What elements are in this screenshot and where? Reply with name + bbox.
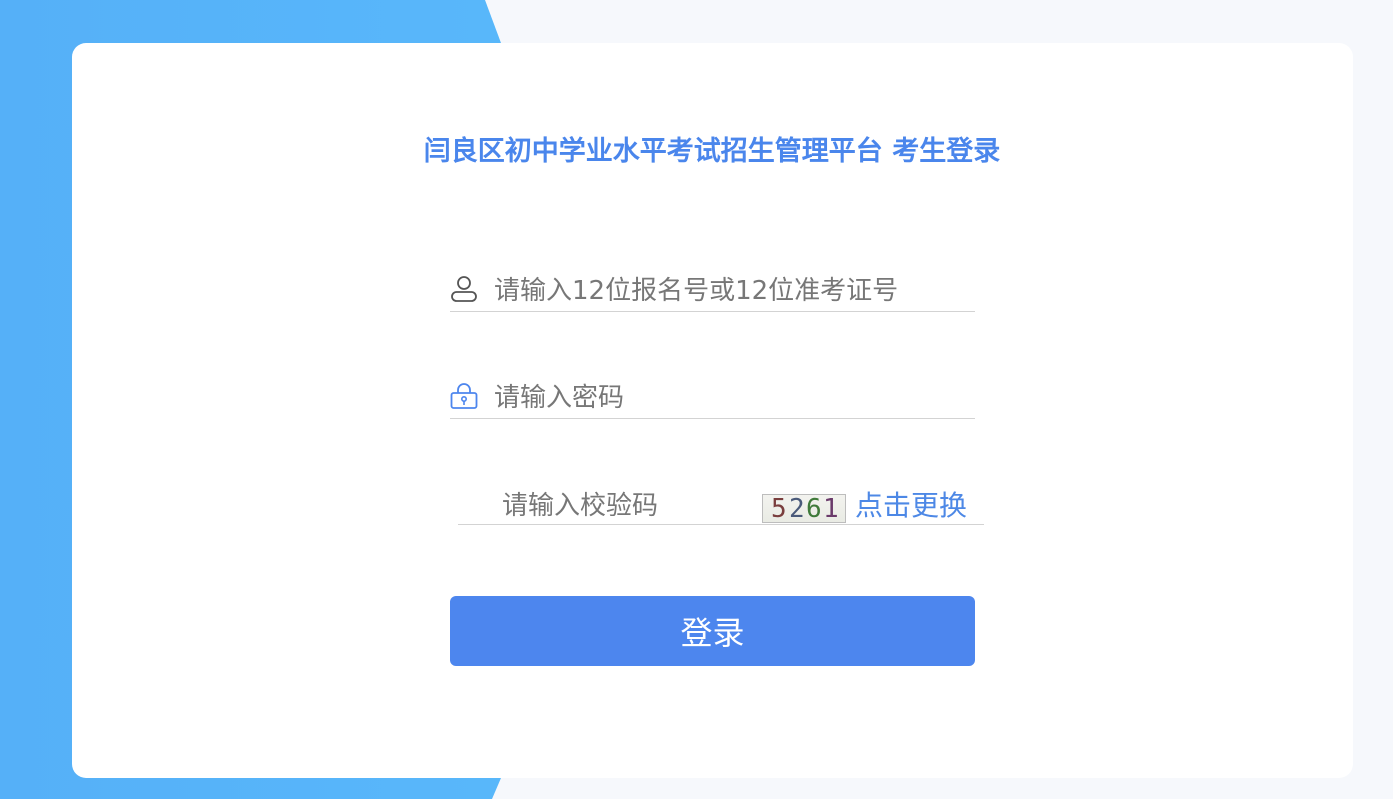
captcha-refresh-link[interactable]: 点击更换 (855, 488, 967, 524)
captcha-char: 6 (806, 494, 822, 523)
captcha-image[interactable]: 5 2 6 1 (762, 494, 846, 523)
user-icon (451, 276, 477, 302)
login-button[interactable]: 登录 (450, 596, 975, 666)
username-input[interactable] (494, 271, 964, 311)
password-field (450, 378, 975, 419)
lock-icon (450, 383, 478, 409)
captcha-char: 1 (823, 494, 839, 523)
password-input[interactable] (494, 378, 964, 418)
username-field (450, 271, 975, 312)
captcha-char: 2 (789, 494, 805, 523)
captcha-char: 5 (771, 494, 787, 523)
captcha-field: 5 2 6 1 点击更换 (458, 484, 984, 526)
page-title: 闫良区初中学业水平考试招生管理平台 考生登录 (423, 136, 1001, 167)
captcha-input[interactable] (502, 486, 752, 526)
